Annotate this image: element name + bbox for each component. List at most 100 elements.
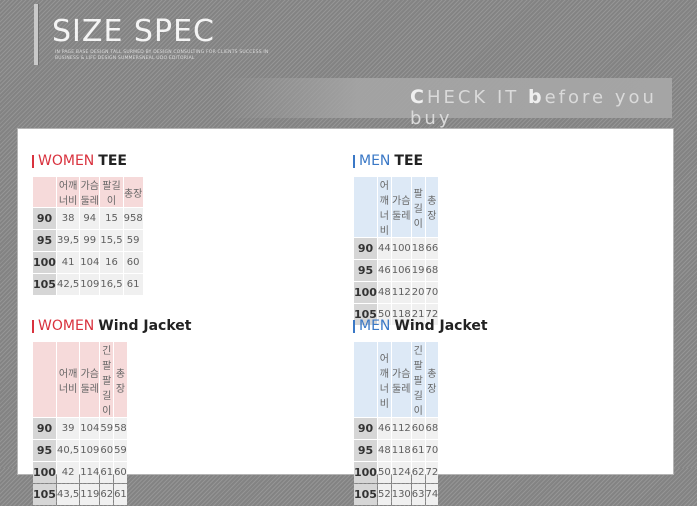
value-cell: 66 bbox=[425, 238, 439, 259]
size-cell: 95 bbox=[33, 230, 56, 251]
table-row: 105 43,5 119 62 61 bbox=[33, 484, 127, 505]
gender-label: MEN bbox=[359, 318, 391, 334]
value-cell: 104 bbox=[80, 418, 100, 439]
value-cell: 61 bbox=[100, 462, 114, 483]
value-cell: 41 bbox=[56, 252, 80, 273]
value-cell: 68 bbox=[425, 260, 439, 281]
value-cell: 42 bbox=[56, 462, 80, 483]
column-header: 가슴둘레 bbox=[391, 177, 411, 237]
column-header: 어깨너비 bbox=[377, 177, 391, 237]
value-cell: 16 bbox=[100, 252, 123, 273]
header-corner bbox=[33, 342, 56, 417]
value-cell: 60 bbox=[114, 462, 127, 483]
value-cell: 48 bbox=[377, 440, 391, 461]
men-marker bbox=[353, 319, 355, 333]
value-cell: 40,5 bbox=[56, 440, 80, 461]
size-cell: 105 bbox=[354, 484, 377, 505]
value-cell: 42,5 bbox=[56, 274, 80, 295]
value-cell: 112 bbox=[391, 282, 411, 303]
size-cell: 95 bbox=[354, 440, 377, 461]
column-header: 어깨너비 bbox=[377, 342, 391, 417]
value-cell: 118 bbox=[391, 440, 411, 461]
column-header: 긴팔팔길이 bbox=[411, 342, 425, 417]
women-marker bbox=[32, 154, 34, 168]
size-table: 어깨너비 가슴둘레 팔길이 총장 90 38 94 15 958 95 39,5… bbox=[32, 176, 144, 296]
table-header-row: 어깨너비 가슴둘레 팔길이 총장 bbox=[354, 177, 439, 237]
value-cell: 62 bbox=[411, 462, 425, 483]
value-cell: 114 bbox=[80, 462, 100, 483]
value-cell: 48 bbox=[377, 282, 391, 303]
garment-type-label: Wind Jacket bbox=[394, 318, 488, 334]
header-corner bbox=[33, 177, 56, 207]
page-title: SIZE SPEC bbox=[52, 14, 215, 49]
value-cell: 18 bbox=[411, 238, 425, 259]
column-header: 가슴둘레 bbox=[80, 177, 100, 207]
value-cell: 100 bbox=[391, 238, 411, 259]
size-cell: 100 bbox=[354, 462, 377, 483]
value-cell: 109 bbox=[80, 274, 100, 295]
value-cell: 39 bbox=[56, 418, 80, 439]
header-corner bbox=[354, 177, 377, 237]
size-cell: 95 bbox=[354, 260, 377, 281]
value-cell: 958 bbox=[123, 208, 143, 229]
check-it-before-you-buy: CHECK IT before you buy bbox=[410, 86, 657, 129]
value-cell: 39,5 bbox=[56, 230, 80, 251]
value-cell: 72 bbox=[425, 462, 439, 483]
table-header-row: 어깨너비 가슴둘레 팔길이 총장 bbox=[33, 177, 143, 207]
value-cell: 20 bbox=[411, 282, 425, 303]
table-row: 95 46 106 19 68 bbox=[354, 260, 439, 281]
value-cell: 59 bbox=[114, 440, 127, 461]
value-cell: 61 bbox=[123, 274, 143, 295]
value-cell: 70 bbox=[425, 282, 439, 303]
value-cell: 15,5 bbox=[100, 230, 123, 251]
women-marker bbox=[32, 319, 34, 333]
value-cell: 52 bbox=[377, 484, 391, 505]
table-title: MEN Wind Jacket bbox=[353, 318, 488, 334]
size-table: 어깨너비 가슴둘레 긴팔팔길이 총장 90 39 104 59 58 95 40… bbox=[32, 341, 128, 506]
size-table: 어깨너비 가슴둘레 팔길이 총장 90 44 100 18 66 95 46 1… bbox=[353, 176, 439, 326]
header-corner bbox=[354, 342, 377, 417]
value-cell: 60 bbox=[123, 252, 143, 273]
table-row: 95 40,5 109 60 59 bbox=[33, 440, 127, 461]
table-title: MEN TEE bbox=[353, 153, 423, 169]
garment-type-label: TEE bbox=[394, 153, 424, 169]
value-cell: 112 bbox=[391, 418, 411, 439]
column-header: 팔길이 bbox=[100, 177, 123, 207]
gender-label: WOMEN bbox=[38, 318, 95, 334]
table-row: 105 52 130 63 74 bbox=[354, 484, 439, 505]
value-cell: 109 bbox=[80, 440, 100, 461]
value-cell: 61 bbox=[411, 440, 425, 461]
column-header: 어깨너비 bbox=[56, 177, 80, 207]
value-cell: 106 bbox=[391, 260, 411, 281]
table-row: 100 41 104 16 60 bbox=[33, 252, 143, 273]
column-header: 총장 bbox=[425, 177, 439, 237]
value-cell: 59 bbox=[100, 418, 114, 439]
garment-type-label: Wind Jacket bbox=[98, 318, 192, 334]
value-cell: 16,5 bbox=[100, 274, 123, 295]
table-row: 105 42,5 109 16,5 61 bbox=[33, 274, 143, 295]
column-header: 가슴둘레 bbox=[80, 342, 100, 417]
column-header: 가슴둘레 bbox=[391, 342, 411, 417]
garment-type-label: TEE bbox=[98, 153, 127, 169]
column-header: 어깨너비 bbox=[56, 342, 80, 417]
value-cell: 124 bbox=[391, 462, 411, 483]
value-cell: 68 bbox=[425, 418, 439, 439]
size-cell: 100 bbox=[354, 282, 377, 303]
value-cell: 50 bbox=[377, 462, 391, 483]
table-row: 90 38 94 15 958 bbox=[33, 208, 143, 229]
table-row: 90 44 100 18 66 bbox=[354, 238, 439, 259]
column-header: 총장 bbox=[425, 342, 439, 417]
gender-label: MEN bbox=[359, 153, 391, 169]
column-header: 총장 bbox=[123, 177, 143, 207]
table-title: WOMEN Wind Jacket bbox=[32, 318, 191, 334]
value-cell: 104 bbox=[80, 252, 100, 273]
table-row: 95 48 118 61 70 bbox=[354, 440, 439, 461]
table-row: 95 39,5 99 15,5 59 bbox=[33, 230, 143, 251]
value-cell: 62 bbox=[100, 484, 114, 505]
value-cell: 94 bbox=[80, 208, 100, 229]
value-cell: 74 bbox=[425, 484, 439, 505]
value-cell: 70 bbox=[425, 440, 439, 461]
size-cell: 90 bbox=[33, 418, 56, 439]
size-table: 어깨너비 가슴둘레 긴팔팔길이 총장 90 46 112 60 68 95 48… bbox=[353, 341, 439, 506]
value-cell: 99 bbox=[80, 230, 100, 251]
